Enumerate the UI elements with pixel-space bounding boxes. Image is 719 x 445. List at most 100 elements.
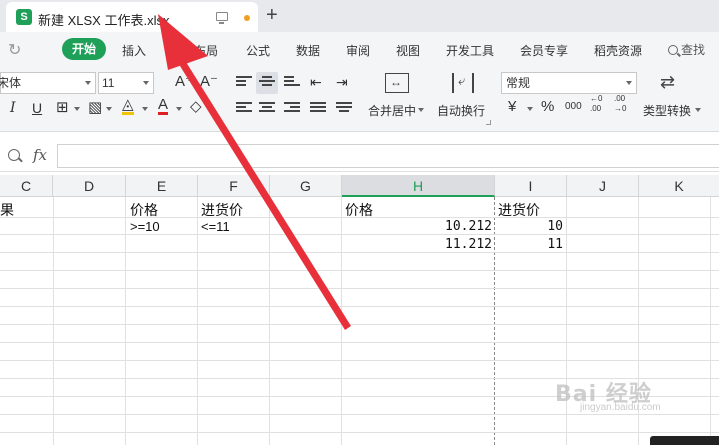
increase-decimal-button[interactable]: ←0 .00 bbox=[590, 94, 608, 114]
menu-view[interactable]: 视图 bbox=[396, 42, 420, 59]
fx-icon[interactable]: fx bbox=[33, 146, 47, 164]
column-header-e[interactable]: E bbox=[126, 175, 198, 197]
chevron-down-icon bbox=[85, 81, 91, 85]
chevron-down-icon[interactable] bbox=[695, 108, 701, 112]
font-size-value: 11 bbox=[102, 76, 115, 90]
redo-icon[interactable]: ↻ bbox=[8, 40, 21, 60]
cell-f2[interactable]: <=11 bbox=[201, 219, 230, 234]
cell-c1[interactable]: 果 bbox=[0, 200, 14, 220]
formula-bar: fx bbox=[0, 140, 719, 172]
menu-developer[interactable]: 开发工具 bbox=[446, 42, 494, 59]
spreadsheet-logo-icon: S bbox=[16, 9, 32, 25]
justify-icon[interactable] bbox=[310, 102, 326, 116]
cell-e1[interactable]: 价格 bbox=[130, 200, 158, 220]
font-size-select[interactable]: 11 bbox=[98, 72, 154, 94]
decrease-decimal-button[interactable]: .00 →0 bbox=[614, 94, 632, 114]
merge-icon[interactable] bbox=[385, 73, 409, 93]
grid-line bbox=[0, 270, 719, 271]
percent-button[interactable]: % bbox=[541, 99, 554, 115]
column-header-h[interactable]: H bbox=[342, 175, 495, 197]
grid-line bbox=[0, 234, 719, 235]
wrap-text-icon[interactable] bbox=[452, 73, 474, 93]
formula-input[interactable] bbox=[57, 144, 719, 168]
shrink-font-button[interactable]: A⁻ bbox=[200, 74, 218, 90]
column-header-g[interactable]: G bbox=[270, 175, 342, 197]
menu-docer[interactable]: 稻壳资源 bbox=[594, 42, 642, 59]
menu-home[interactable]: 开始 bbox=[62, 38, 107, 60]
grow-font-button[interactable]: A⁺ bbox=[175, 74, 193, 90]
chevron-down-icon[interactable] bbox=[74, 107, 80, 111]
chevron-down-icon bbox=[626, 81, 632, 85]
cell-style-icon[interactable]: ▧ bbox=[88, 100, 102, 116]
menu-data[interactable]: 数据 bbox=[296, 42, 320, 59]
new-tab-button[interactable]: + bbox=[266, 4, 278, 26]
grid-line bbox=[0, 306, 719, 307]
menu-insert[interactable]: 插入 bbox=[122, 42, 146, 59]
column-header-d[interactable]: D bbox=[53, 175, 126, 197]
convert-type-button[interactable]: 类型转换 bbox=[643, 102, 691, 119]
font-name-value: 宋体 bbox=[0, 76, 22, 90]
column-header-k[interactable]: K bbox=[639, 175, 719, 197]
align-center-icon[interactable] bbox=[259, 102, 275, 116]
underline-button[interactable]: U bbox=[32, 100, 42, 116]
dialog-launcher-icon[interactable] bbox=[486, 120, 491, 125]
align-middle-icon[interactable] bbox=[259, 76, 275, 90]
grid-line bbox=[0, 342, 719, 343]
currency-button[interactable]: ¥ bbox=[508, 99, 516, 115]
border-icon[interactable]: ⊞ bbox=[56, 100, 69, 116]
zoom-icon[interactable] bbox=[8, 149, 20, 161]
cell-h3[interactable]: 11.212 bbox=[400, 237, 492, 252]
wrap-text-button[interactable]: 自动换行 bbox=[437, 102, 485, 119]
chevron-down-icon[interactable] bbox=[142, 107, 148, 111]
align-bottom-icon[interactable] bbox=[284, 76, 300, 90]
chevron-down-icon[interactable] bbox=[527, 107, 533, 111]
fill-color-icon[interactable]: ◬ bbox=[122, 97, 134, 115]
convert-type-icon[interactable]: ⇄ bbox=[660, 72, 675, 93]
monitor-icon[interactable] bbox=[216, 12, 228, 24]
cell-h2[interactable]: 10.212 bbox=[400, 219, 492, 234]
cell-f1[interactable]: 进货价 bbox=[201, 200, 243, 220]
align-top-icon[interactable] bbox=[236, 76, 252, 90]
align-left-icon[interactable] bbox=[236, 102, 252, 116]
search-button[interactable]: 查找 bbox=[668, 41, 705, 58]
document-tab[interactable]: S 新建 XLSX 工作表.xlsx bbox=[6, 2, 258, 32]
menu-formula[interactable]: 公式 bbox=[246, 42, 270, 59]
column-header-i[interactable]: I bbox=[495, 175, 567, 197]
cell-e2[interactable]: >=10 bbox=[130, 219, 160, 234]
eraser-icon[interactable]: ◇ bbox=[190, 99, 202, 115]
chevron-down-icon[interactable] bbox=[418, 108, 424, 112]
distribute-icon[interactable] bbox=[336, 102, 352, 116]
menu-bar: ↻ 开始 插入 页面布局 公式 数据 审阅 视图 开发工具 会员专享 稻壳资源 … bbox=[0, 32, 719, 66]
chevron-down-icon[interactable] bbox=[176, 107, 182, 111]
grid-line bbox=[0, 324, 719, 325]
column-headers: C D E F G H I J K bbox=[0, 175, 719, 197]
cell-i2[interactable]: 10 bbox=[500, 219, 563, 234]
ribbon-toolbar: 宋体 11 A⁺ A⁻ I U ⊞ ▧ ◬ A ◇ ⇤ ⇥ 合并居中 自动换行 … bbox=[0, 66, 719, 132]
column-header-j[interactable]: J bbox=[567, 175, 639, 197]
decrease-indent-icon[interactable]: ⇤ bbox=[310, 74, 322, 90]
merge-center-button[interactable]: 合并居中 bbox=[368, 102, 416, 119]
grid-line bbox=[0, 432, 719, 433]
number-format-select[interactable]: 常规 bbox=[501, 72, 637, 94]
font-color-button[interactable]: A bbox=[158, 97, 169, 115]
menu-member[interactable]: 会员专享 bbox=[520, 42, 568, 59]
font-name-select[interactable]: 宋体 bbox=[0, 72, 96, 94]
grid-line bbox=[0, 414, 719, 415]
menu-page-layout[interactable]: 页面布局 bbox=[170, 42, 218, 59]
column-header-f[interactable]: F bbox=[198, 175, 270, 197]
unsaved-dot-icon bbox=[244, 15, 250, 21]
menu-review[interactable]: 审阅 bbox=[346, 42, 370, 59]
cell-h1[interactable]: 价格 bbox=[345, 200, 373, 220]
italic-button[interactable]: I bbox=[10, 100, 16, 116]
column-header-c[interactable]: C bbox=[0, 175, 53, 197]
corner-overlay bbox=[650, 436, 719, 445]
cell-i3[interactable]: 11 bbox=[500, 237, 563, 252]
chevron-down-icon[interactable] bbox=[106, 107, 112, 111]
watermark-url: jingyan.baidu.com bbox=[580, 402, 661, 413]
increase-indent-icon[interactable]: ⇥ bbox=[336, 74, 348, 90]
cell-i1[interactable]: 进货价 bbox=[498, 200, 540, 220]
grid-line bbox=[0, 288, 719, 289]
thousands-button[interactable]: 000 bbox=[565, 99, 582, 115]
search-label: 查找 bbox=[681, 43, 706, 57]
align-right-icon[interactable] bbox=[284, 102, 300, 116]
